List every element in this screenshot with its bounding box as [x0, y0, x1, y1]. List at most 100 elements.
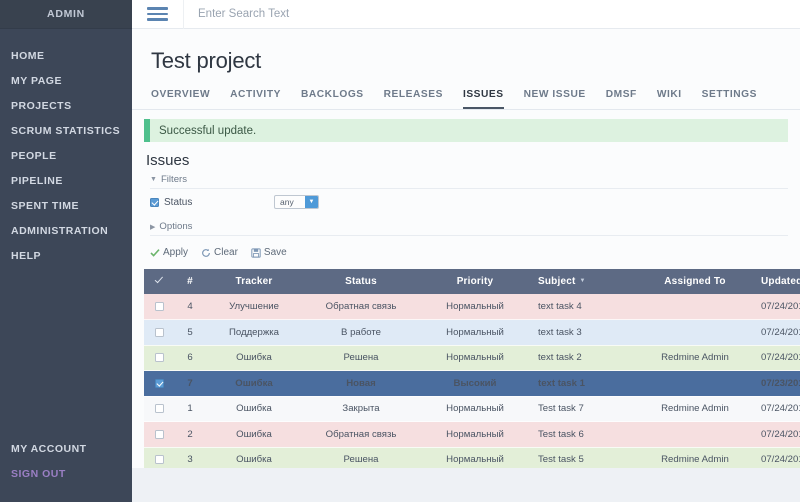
cell-id[interactable]: 5 — [174, 319, 206, 346]
sidebar-item-people[interactable]: PEOPLE — [0, 143, 132, 168]
hamburger-bar — [147, 12, 168, 16]
sidebar-item-sign-out[interactable]: SIGN OUT — [0, 461, 132, 486]
table-row[interactable]: 2 Ошибка Обратная связь Нормальный Test task… — [144, 421, 800, 448]
app-root: ADMIN HOME MY PAGE PROJECTS SCRUM STATIS… — [0, 0, 800, 502]
sidebar-item-projects[interactable]: PROJECTS — [0, 93, 132, 118]
cell-subject[interactable]: text task 1 — [530, 370, 635, 397]
column-header-tracker[interactable]: Tracker — [206, 269, 302, 294]
sidebar-item-my-account[interactable]: MY ACCOUNT — [0, 436, 132, 461]
sidebar-item-help[interactable]: HELP — [0, 243, 132, 268]
tab-new-issue[interactable]: NEW ISSUE — [524, 89, 586, 109]
table-row[interactable]: 7ОшибкаНоваяВысокийtext task 1 07/23/2014… — [144, 370, 800, 397]
hamburger-bar — [147, 18, 168, 21]
table-row[interactable]: 1 Ошибка Закрыта Нормальный Test task 7 Redmi… — [144, 396, 800, 422]
sidebar-item-my-page[interactable]: MY PAGE — [0, 68, 132, 93]
issues-table-head: # Tracker Status Priority Subject ▼ Assig… — [144, 269, 800, 294]
cell-id[interactable]: 6 — [174, 345, 206, 371]
cell-id[interactable]: 7 — [174, 370, 206, 397]
apply-button[interactable]: Apply — [150, 247, 188, 258]
cell-status: Решена — [302, 345, 420, 371]
clear-button[interactable]: Clear — [201, 247, 238, 258]
cell-id[interactable]: 4 — [174, 294, 206, 320]
filter-status-checkbox[interactable] — [150, 197, 159, 207]
cell-updated: 07/24/2014 01: — [755, 396, 800, 422]
row-checkbox[interactable] — [154, 455, 164, 465]
filter-actions: Apply Clear Save — [132, 236, 800, 258]
column-header-select-all[interactable] — [144, 269, 174, 294]
row-checkbox[interactable] — [154, 327, 164, 337]
cell-assigned-to: Redmine Admin — [635, 396, 755, 422]
chevron-down-icon: ▼ — [150, 176, 157, 183]
cell-tracker: Поддержка — [206, 319, 302, 346]
row-checkbox-cell[interactable] — [144, 396, 174, 422]
tab-wiki[interactable]: WIKI — [657, 89, 682, 109]
cell-subject[interactable]: text task 4 — [530, 294, 635, 320]
column-header-priority[interactable]: Priority — [420, 269, 530, 294]
tab-releases[interactable]: RELEASES — [384, 89, 443, 109]
flash-notice: Successful update. — [144, 119, 788, 142]
cell-id[interactable]: 2 — [174, 421, 206, 448]
options-label: Options — [159, 221, 193, 232]
column-header-subject[interactable]: Subject ▼ — [530, 269, 635, 294]
floppy-disk-icon — [251, 247, 261, 258]
cell-subject[interactable]: text task 3 — [530, 319, 635, 346]
cell-id[interactable]: 1 — [174, 396, 206, 422]
column-header-assigned-to[interactable]: Assigned To — [635, 269, 755, 294]
issues-table-container: # Tracker Status Priority Subject ▼ Assig… — [132, 258, 800, 473]
row-checkbox[interactable] — [154, 404, 164, 414]
table-row[interactable]: 6 Ошибка Решена Нормальный text task 2 Redmin… — [144, 345, 800, 371]
tab-overview[interactable]: OVERVIEW — [151, 89, 210, 109]
search-input[interactable] — [198, 8, 458, 20]
sidebar-item-home[interactable]: HOME — [0, 43, 132, 68]
column-header-id[interactable]: # — [174, 269, 206, 294]
cell-status: Обратная связь — [302, 421, 420, 448]
hamburger-icon[interactable] — [132, 0, 184, 29]
project-tabs: OVERVIEW ACTIVITY BACKLOGS RELEASES ISSU… — [132, 74, 800, 110]
table-row[interactable]: 5 Поддержка В работе Нормальный text task 3 0… — [144, 319, 800, 346]
sidebar-item-pipeline[interactable]: PIPELINE — [0, 168, 132, 193]
cell-status: Закрыта — [302, 396, 420, 422]
row-checkbox-cell[interactable] — [144, 421, 174, 448]
cell-subject[interactable]: text task 2 — [530, 345, 635, 371]
cell-priority: Нормальный — [420, 319, 530, 346]
tab-settings[interactable]: SETTINGS — [702, 89, 757, 109]
column-header-updated[interactable]: Updated — [755, 269, 800, 294]
filters-toggle[interactable]: ▼ Filters — [150, 174, 788, 189]
issues-table-body: 4 Улучшение Обратная связь Нормальный text t… — [144, 294, 800, 473]
row-checkbox[interactable] — [154, 429, 164, 439]
content: Test project OVERVIEW ACTIVITY BACKLOGS … — [132, 29, 800, 502]
tab-activity[interactable]: ACTIVITY — [230, 89, 281, 109]
issues-heading: Issues — [146, 152, 190, 169]
column-header-status[interactable]: Status — [302, 269, 420, 294]
cell-tracker: Ошибка — [206, 421, 302, 448]
table-row[interactable]: 4 Улучшение Обратная связь Нормальный text t… — [144, 294, 800, 320]
filter-status-operator-select[interactable]: any ▼ — [274, 195, 319, 209]
save-button[interactable]: Save — [251, 247, 287, 258]
row-checkbox[interactable] — [154, 353, 164, 363]
row-checkbox-cell[interactable] — [144, 319, 174, 346]
options-toggle[interactable]: ▶ Options — [150, 215, 788, 236]
row-checkbox-cell[interactable] — [144, 370, 174, 397]
cell-priority: Нормальный — [420, 345, 530, 371]
filter-status-row: Status any ▼ — [150, 189, 788, 215]
row-checkbox[interactable] — [154, 378, 164, 388]
sidebar-item-scrum-statistics[interactable]: SCRUM STATISTICS — [0, 118, 132, 143]
clear-label: Clear — [214, 247, 238, 258]
cell-subject[interactable]: Test task 6 — [530, 421, 635, 448]
sidebar-item-spent-time[interactable]: SPENT TIME — [0, 193, 132, 218]
row-checkbox-cell[interactable] — [144, 294, 174, 320]
row-checkbox[interactable] — [154, 301, 164, 311]
sidebar-item-administration[interactable]: ADMINISTRATION — [0, 218, 132, 243]
cell-status: Обратная связь — [302, 294, 420, 320]
tab-backlogs[interactable]: BACKLOGS — [301, 89, 364, 109]
sidebar-header: ADMIN — [0, 0, 132, 29]
row-checkbox-cell[interactable] — [144, 345, 174, 371]
tab-issues[interactable]: ISSUES — [462, 89, 504, 109]
cell-tracker: Ошибка — [206, 396, 302, 422]
sidebar: ADMIN HOME MY PAGE PROJECTS SCRUM STATIS… — [0, 0, 132, 502]
cell-tracker: Улучшение — [206, 294, 302, 320]
sort-arrow-icon: ▼ — [579, 278, 586, 285]
cell-subject[interactable]: Test task 7 — [530, 396, 635, 422]
tab-dmsf[interactable]: DMSF — [606, 89, 637, 109]
chevron-right-icon: ▶ — [150, 223, 156, 231]
